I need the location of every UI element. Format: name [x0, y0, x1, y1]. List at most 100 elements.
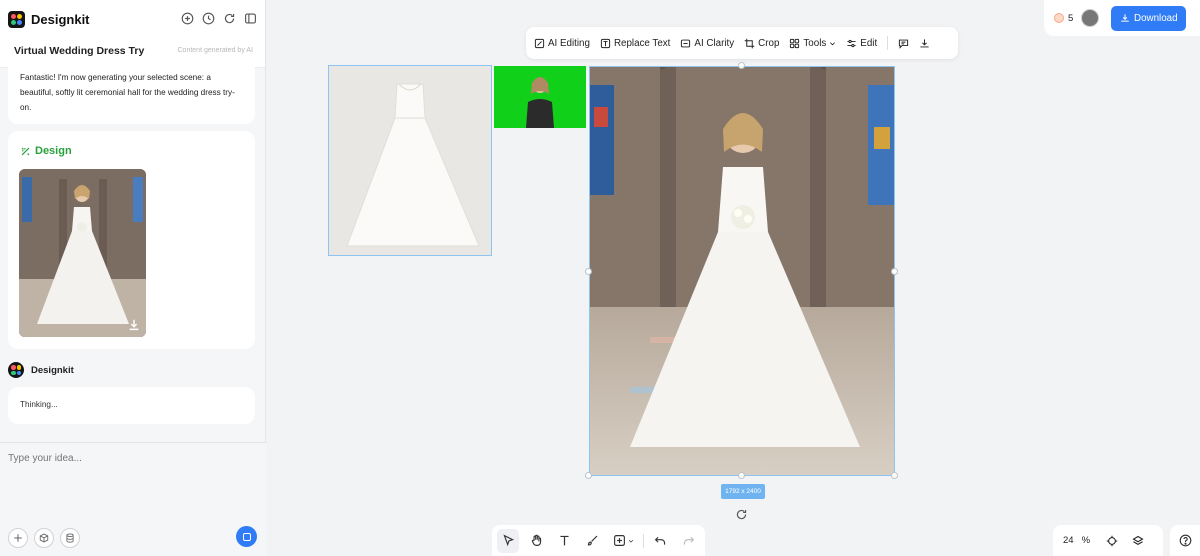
- assistant-avatar-icon: [8, 362, 24, 378]
- assistant-name: Designkit: [31, 364, 74, 376]
- design-label: Design: [20, 145, 72, 157]
- brush-tool-button[interactable]: [581, 529, 603, 553]
- help-button[interactable]: [1170, 525, 1200, 556]
- stop-generation-button[interactable]: [236, 526, 257, 547]
- main-picture: [590, 67, 894, 475]
- select-tool-button[interactable]: [497, 528, 520, 553]
- ai-clarity-icon: [681, 39, 691, 47]
- zoom-controls: 24 %: [1053, 525, 1163, 556]
- comment-button[interactable]: [898, 38, 909, 49]
- tools-dropdown[interactable]: Tools: [789, 38, 836, 49]
- rotate-icon[interactable]: [735, 508, 748, 521]
- chevron-down-icon: [830, 41, 836, 45]
- refresh-icon[interactable]: [223, 12, 236, 25]
- generated-main-image[interactable]: [589, 66, 895, 476]
- download-icon: [920, 38, 929, 47]
- zoom-unit: %: [1081, 535, 1091, 546]
- undo-button[interactable]: [650, 529, 672, 553]
- idea-input[interactable]: [8, 453, 248, 464]
- add-box-icon: [613, 535, 625, 546]
- assistant-header: Designkit: [8, 362, 74, 378]
- database-icon: [66, 533, 74, 543]
- ai-editing-label: AI Editing: [548, 37, 590, 49]
- history-icon[interactable]: [202, 12, 215, 25]
- sliders-icon: [847, 39, 856, 47]
- credits-count: 5: [1068, 12, 1074, 24]
- redo-button[interactable]: [678, 529, 700, 553]
- crop-icon: [744, 38, 755, 48]
- thinking-message: Thinking...: [8, 387, 255, 424]
- brand-name: Designkit: [31, 12, 90, 27]
- thumbnail-image: [19, 169, 146, 337]
- ai-editing-button[interactable]: AI Editing: [534, 38, 590, 49]
- hand-icon: [531, 534, 541, 546]
- toolbar-divider: [887, 36, 889, 50]
- model-picture: [494, 66, 586, 128]
- resize-handle-right[interactable]: [891, 268, 898, 275]
- download-button[interactable]: Download: [1111, 5, 1187, 31]
- chevron-down-icon: [628, 539, 633, 543]
- edit-label: Edit: [860, 37, 878, 49]
- brand[interactable]: Designkit: [8, 11, 90, 28]
- help-icon: [1179, 534, 1191, 547]
- account-bar: 5 Download: [1044, 0, 1200, 36]
- new-chat-icon[interactable]: [181, 12, 194, 25]
- plus-icon: [14, 534, 22, 542]
- credits-badge[interactable]: 5: [1054, 13, 1073, 24]
- download-icon[interactable]: [127, 318, 141, 332]
- header-actions: [181, 12, 257, 25]
- text-tool-button[interactable]: [553, 529, 575, 553]
- designkit-logo-icon: [8, 11, 25, 28]
- comment-icon: [899, 39, 909, 49]
- ai-clarity-label: AI Clarity: [694, 37, 735, 49]
- tools-divider: [642, 533, 644, 548]
- project-title: Virtual Wedding Dress Try: [14, 45, 145, 57]
- hand-tool-button[interactable]: [525, 529, 547, 553]
- image-toolbar: AI Editing Replace Text AI Clarity Crop …: [526, 27, 958, 59]
- resize-handle-bottom-left[interactable]: [585, 472, 592, 479]
- message-text: Fantastic! I'm now generating your selec…: [20, 73, 235, 112]
- collapse-panel-icon[interactable]: [244, 12, 257, 25]
- image-dimensions-badge: 1792 x 2400: [721, 484, 765, 499]
- model-greenscreen-image[interactable]: [494, 66, 586, 128]
- user-avatar[interactable]: [1081, 9, 1100, 27]
- thinking-text: Thinking...: [20, 400, 58, 409]
- redo-icon: [684, 536, 695, 545]
- design-result-card: Design: [8, 131, 255, 349]
- replace-text-button[interactable]: Replace Text: [600, 38, 670, 49]
- resize-handle-bottom[interactable]: [738, 472, 745, 479]
- fit-screen-icon[interactable]: [1106, 535, 1118, 547]
- cube-icon: [39, 533, 49, 543]
- ai-editing-icon: [534, 38, 545, 48]
- insert-dropdown-button[interactable]: [609, 529, 637, 553]
- chat-sidebar: Designkit Virtual Wedding Dress Try Cont…: [0, 0, 266, 556]
- zoom-value[interactable]: 24: [1063, 535, 1074, 546]
- download-icon: [1121, 14, 1129, 22]
- credit-coin-icon: [1054, 13, 1064, 23]
- toolbar-download-button[interactable]: [919, 38, 930, 49]
- layers-icon[interactable]: [1132, 535, 1144, 547]
- ai-clarity-button[interactable]: AI Clarity: [680, 38, 734, 49]
- undo-icon: [655, 536, 666, 545]
- replace-text-label: Replace Text: [613, 37, 671, 49]
- grid-icon: [790, 38, 800, 48]
- design-thumbnail[interactable]: [19, 169, 146, 337]
- chat-input-area: [0, 442, 266, 556]
- resize-handle-left[interactable]: [585, 268, 592, 275]
- download-label: Download: [1134, 12, 1178, 24]
- resize-handle-top[interactable]: [738, 62, 745, 69]
- model-button[interactable]: [34, 528, 54, 548]
- design-wand-icon: [21, 147, 30, 155]
- edit-button[interactable]: Edit: [846, 38, 877, 49]
- stop-icon: [242, 532, 251, 541]
- crop-button[interactable]: Crop: [744, 38, 779, 49]
- dress-image[interactable]: [328, 65, 492, 256]
- database-button[interactable]: [60, 528, 80, 548]
- canvas-tools: [492, 525, 705, 556]
- replace-text-icon: [600, 38, 611, 48]
- resize-handle-bottom-right[interactable]: [891, 472, 898, 479]
- design-label-text: Design: [35, 145, 72, 157]
- brush-icon: [587, 535, 598, 546]
- add-attachment-button[interactable]: [8, 528, 28, 548]
- cursor-icon: [502, 534, 514, 547]
